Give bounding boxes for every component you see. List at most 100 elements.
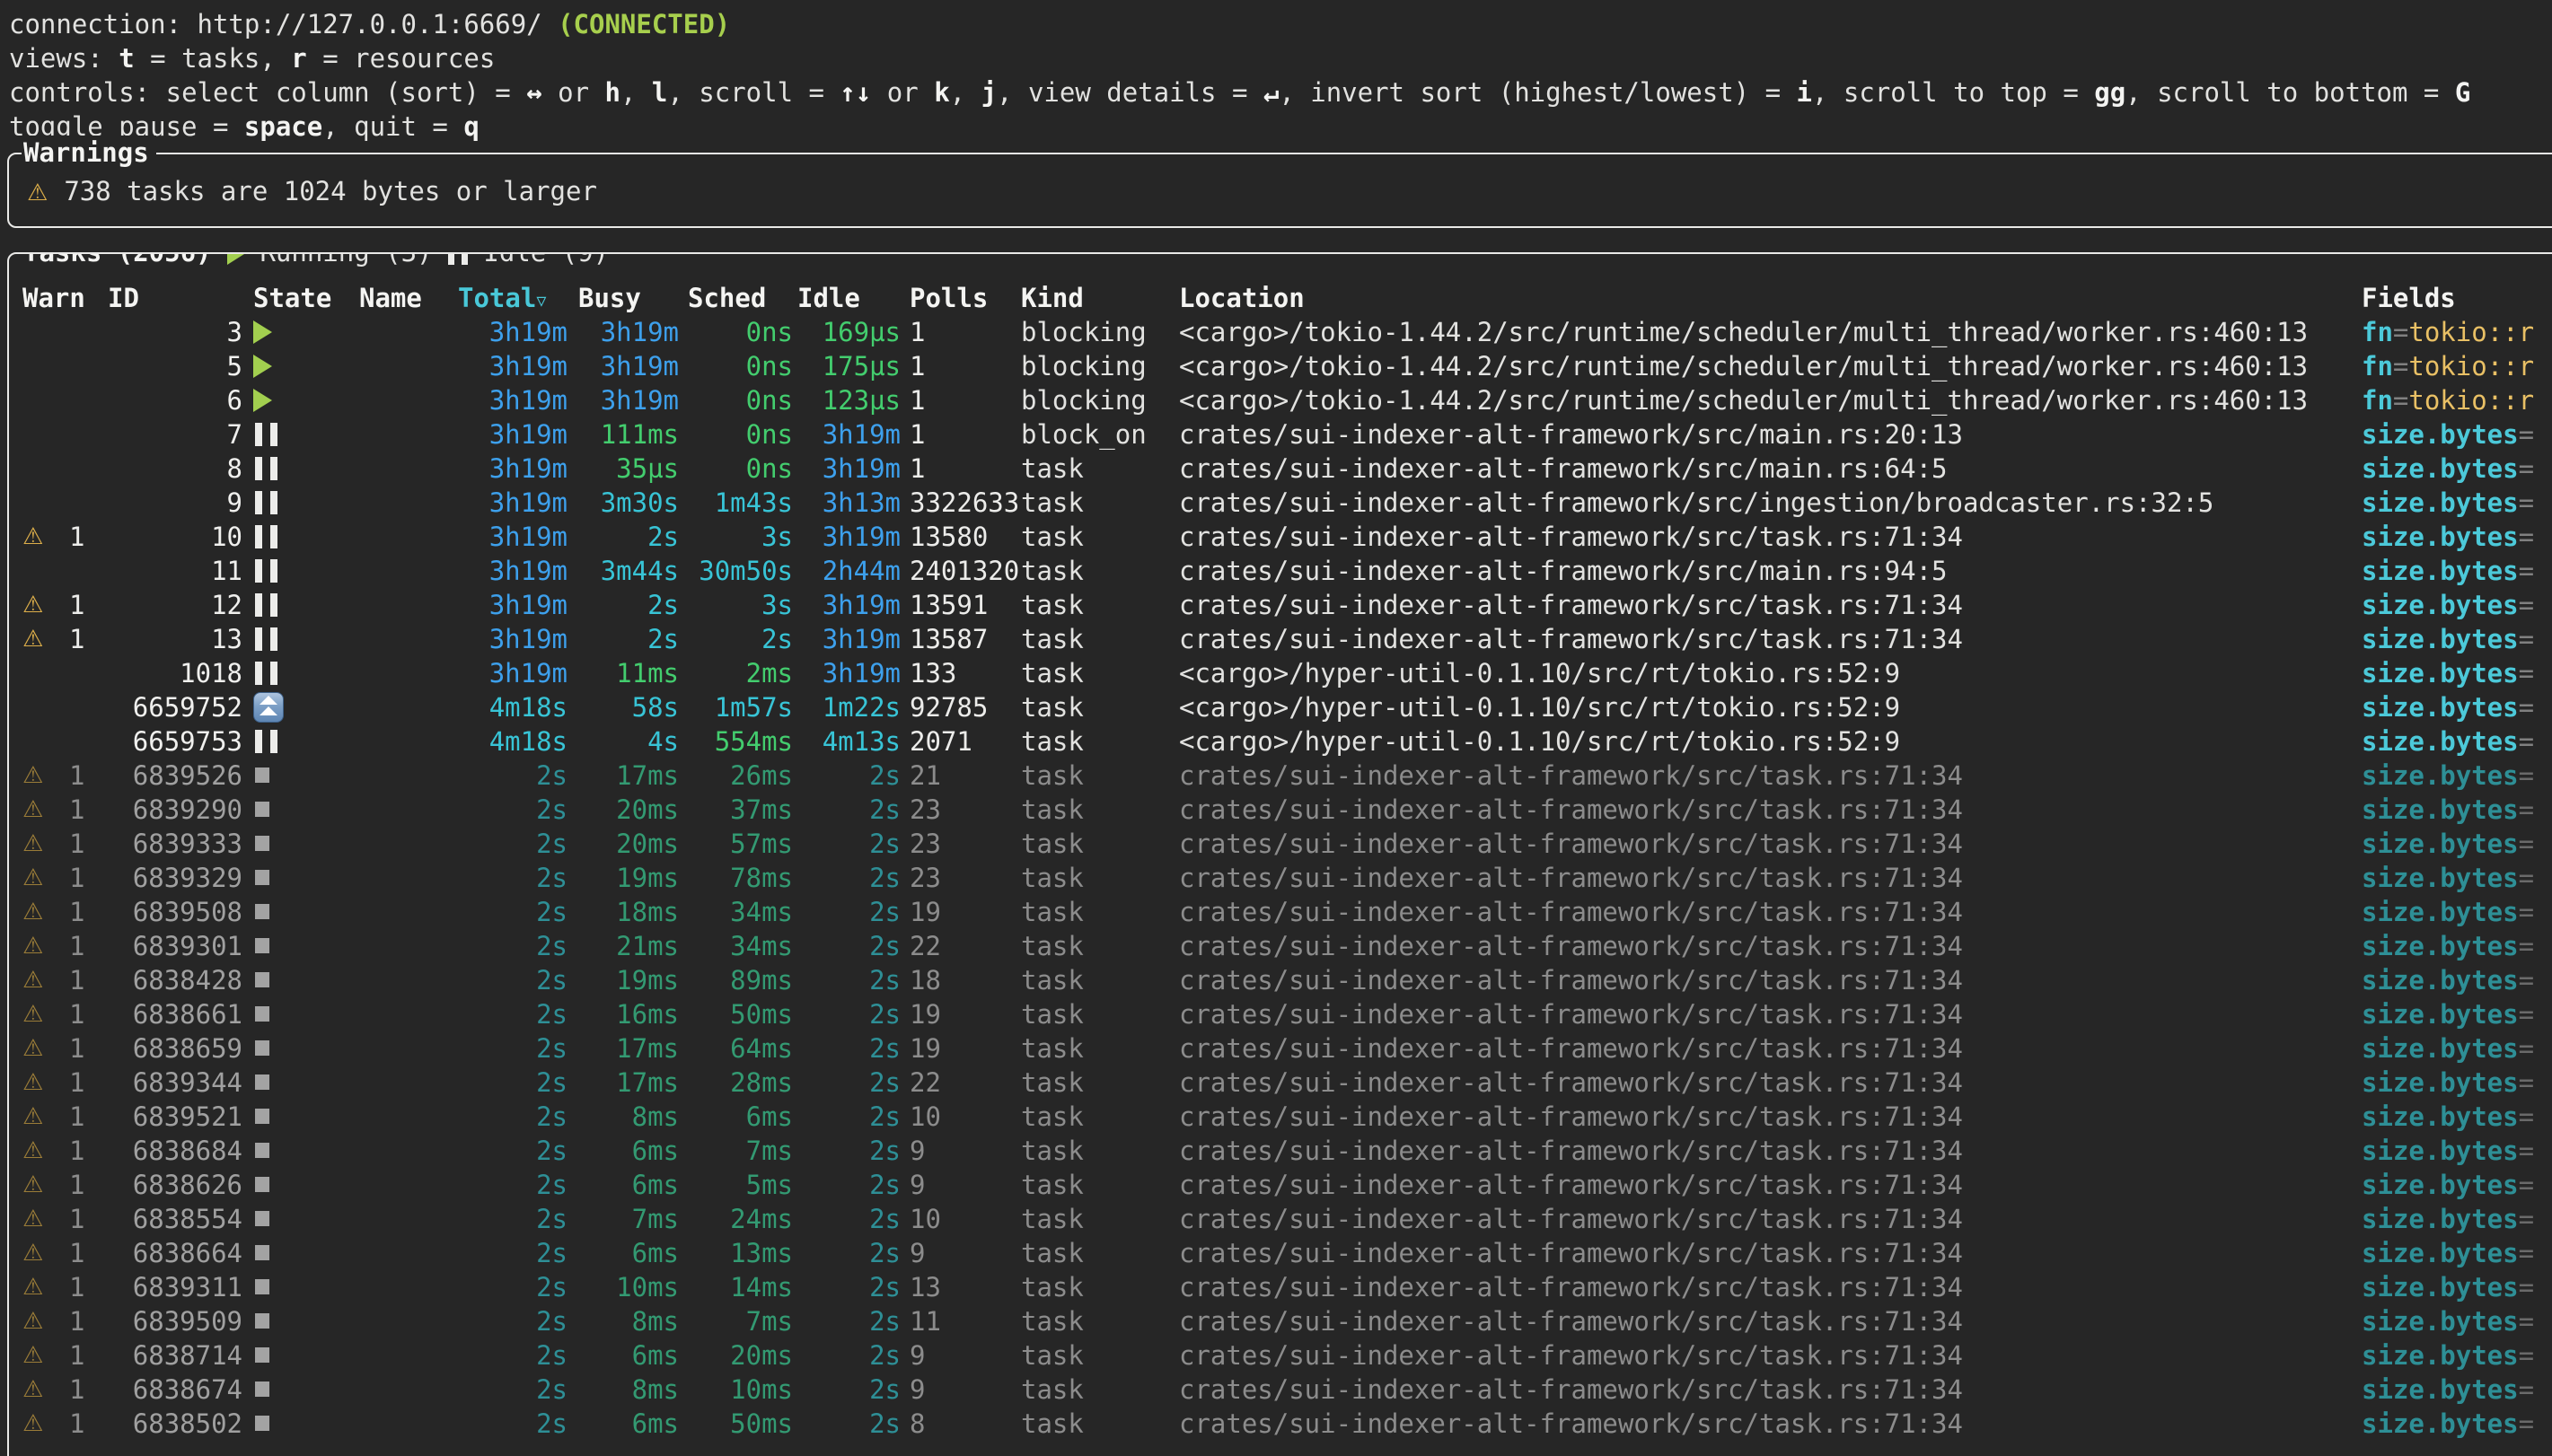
idle-cell: 2s <box>797 1202 901 1236</box>
state-done-icon <box>255 1211 269 1226</box>
total-cell: 2s <box>458 1202 568 1236</box>
sched-cell: 554ms <box>688 724 793 759</box>
task-row[interactable]: ⚠168384282s19ms89ms2s18taskcrates/sui-in… <box>9 963 2552 997</box>
task-row[interactable]: ⚠168395082s18ms34ms2s19taskcrates/sui-in… <box>9 895 2552 929</box>
state-cell <box>253 1031 343 1066</box>
task-row[interactable]: 10183h19m11ms2ms3h19m133task<cargo>/hype… <box>9 656 2552 690</box>
task-row[interactable]: ⚠1103h19m2s3s3h19m13580taskcrates/sui-in… <box>9 520 2552 554</box>
column-header-sched[interactable]: Sched <box>688 281 793 315</box>
field-key: fn <box>2362 351 2393 382</box>
warning-triangle-icon: ⚠ <box>22 622 43 656</box>
task-row[interactable]: ⚠168393292s19ms78ms2s23taskcrates/sui-in… <box>9 861 2552 895</box>
task-row[interactable]: 73h19m111ms0ns3h19m1block_oncrates/sui-i… <box>9 417 2552 452</box>
column-header-warn[interactable]: Warn <box>22 281 105 315</box>
task-row[interactable]: 93h19m3m30s1m43s3h13m3322633taskcrates/s… <box>9 486 2552 520</box>
column-header-id[interactable]: ID <box>108 281 242 315</box>
column-header-kind[interactable]: Kind <box>1021 281 1174 315</box>
state-done-icon <box>255 938 269 953</box>
total-cell: 2s <box>458 1373 568 1407</box>
total-cell: 3h19m <box>458 622 568 656</box>
task-row[interactable]: ⚠168393012s21ms34ms2s22taskcrates/sui-in… <box>9 929 2552 963</box>
task-row[interactable]: 113h19m3m44s30m50s2h44m2401320taskcrates… <box>9 554 2552 588</box>
task-row[interactable]: ⚠168395262s17ms26ms2s21taskcrates/sui-in… <box>9 759 2552 793</box>
state-cell <box>253 895 343 929</box>
task-row[interactable]: ⚠168395092s8ms7ms2s11taskcrates/sui-inde… <box>9 1304 2552 1338</box>
task-row[interactable]: 83h19m35µs0ns3h19m1taskcrates/sui-indexe… <box>9 452 2552 486</box>
location-cell: crates/sui-indexer-alt-framework/src/tas… <box>1179 1100 2373 1134</box>
idle-cell: 2h44m <box>797 554 901 588</box>
busy-cell: 3h19m <box>578 383 679 417</box>
polls-cell: 1 <box>910 315 1017 349</box>
column-header-fields[interactable]: Fields <box>2362 281 2552 315</box>
location-cell: crates/sui-indexer-alt-framework/src/tas… <box>1179 929 2373 963</box>
task-row[interactable]: ⚠168385022s6ms50ms2s8taskcrates/sui-inde… <box>9 1407 2552 1441</box>
task-row[interactable]: 66597524m18s58s1m57s1m22s92785task<cargo… <box>9 690 2552 724</box>
busy-cell: 18ms <box>578 895 679 929</box>
task-row[interactable]: ⚠1123h19m2s3s3h19m13591taskcrates/sui-in… <box>9 588 2552 622</box>
task-row[interactable]: ⚠168386842s6ms7ms2s9taskcrates/sui-index… <box>9 1134 2552 1168</box>
fields-cell: size.bytes= <box>2362 793 2552 827</box>
fields-cell: size.bytes= <box>2362 417 2552 452</box>
column-header-busy[interactable]: Busy <box>578 281 679 315</box>
total-cell: 2s <box>458 929 568 963</box>
task-row[interactable]: 33h19m3h19m0ns169µs1blocking<cargo>/toki… <box>9 315 2552 349</box>
text-segment: Running (3) <box>244 252 448 268</box>
field-key: size.bytes <box>2362 965 2519 996</box>
task-row[interactable]: ⚠168386592s17ms64ms2s19taskcrates/sui-in… <box>9 1031 2552 1066</box>
location-cell: <cargo>/tokio-1.44.2/src/runtime/schedul… <box>1179 383 2373 417</box>
kind-cell: task <box>1021 520 1174 554</box>
task-row[interactable]: ⚠168385542s7ms24ms2s10taskcrates/sui-ind… <box>9 1202 2552 1236</box>
tokio-console-terminal: connection: http://127.0.0.1:6669/ (CONN… <box>0 0 2552 1456</box>
task-row[interactable]: ⚠168393332s20ms57ms2s23taskcrates/sui-in… <box>9 827 2552 861</box>
kind-cell: task <box>1021 1373 1174 1407</box>
column-header-idle[interactable]: Idle <box>797 281 901 315</box>
task-row[interactable]: ⚠168386642s6ms13ms2s9taskcrates/sui-inde… <box>9 1236 2552 1270</box>
state-cell <box>253 1373 343 1407</box>
task-row[interactable]: ⚠1133h19m2s2s3h19m13587taskcrates/sui-in… <box>9 622 2552 656</box>
warning-triangle-icon: ⚠ <box>22 1134 43 1168</box>
idle-cell: 175µs <box>797 349 901 383</box>
column-header-polls[interactable]: Polls <box>910 281 1017 315</box>
task-id: 6659753 <box>108 724 242 759</box>
polls-cell: 9 <box>910 1168 1017 1202</box>
busy-cell: 6ms <box>578 1168 679 1202</box>
task-row[interactable]: ⚠168386262s6ms5ms2s9taskcrates/sui-index… <box>9 1168 2552 1202</box>
warn-cell: ⚠1 <box>22 895 105 929</box>
busy-cell: 17ms <box>578 759 679 793</box>
column-header-location[interactable]: Location <box>1179 281 2373 315</box>
task-row[interactable]: ⚠168386742s8ms10ms2s9taskcrates/sui-inde… <box>9 1373 2552 1407</box>
task-row[interactable]: ⚠168393442s17ms28ms2s22taskcrates/sui-in… <box>9 1066 2552 1100</box>
task-row[interactable]: ⚠168395212s8ms6ms2s10taskcrates/sui-inde… <box>9 1100 2552 1134</box>
field-equals: = <box>2393 351 2408 382</box>
idle-cell: 2s <box>797 1338 901 1373</box>
task-row[interactable]: ⚠168392902s20ms37ms2s23taskcrates/sui-in… <box>9 793 2552 827</box>
kind-cell: task <box>1021 1031 1174 1066</box>
location-cell: crates/sui-indexer-alt-framework/src/mai… <box>1179 554 2373 588</box>
state-done-icon <box>255 972 269 987</box>
total-cell: 2s <box>458 1100 568 1134</box>
task-row[interactable]: ⚠168387142s6ms20ms2s9taskcrates/sui-inde… <box>9 1338 2552 1373</box>
column-header-name[interactable]: Name <box>359 281 422 315</box>
state-cell <box>253 827 343 861</box>
task-row[interactable]: ⚠168386612s16ms50ms2s19taskcrates/sui-in… <box>9 997 2552 1031</box>
state-cell <box>253 588 343 622</box>
column-header-total-sorted[interactable]: Total▿ <box>458 281 568 315</box>
toggle-line: toggle pause = space, quit = q <box>0 110 2552 144</box>
polls-cell: 3322633 <box>910 486 1017 520</box>
sched-cell: 89ms <box>688 963 793 997</box>
task-id: 6839290 <box>108 793 242 827</box>
kind-cell: task <box>1021 929 1174 963</box>
idle-cell: 1m22s <box>797 690 901 724</box>
task-row[interactable]: 63h19m3h19m0ns123µs1blocking<cargo>/toki… <box>9 383 2552 417</box>
polls-cell: 1 <box>910 452 1017 486</box>
fields-cell: size.bytes= <box>2362 1134 2552 1168</box>
task-row[interactable]: ⚠168393112s10ms14ms2s13taskcrates/sui-in… <box>9 1270 2552 1304</box>
text-segment: t <box>119 43 134 74</box>
kind-cell: task <box>1021 793 1174 827</box>
idle-cell: 3h19m <box>797 520 901 554</box>
task-row[interactable]: 53h19m3h19m0ns175µs1blocking<cargo>/toki… <box>9 349 2552 383</box>
task-row[interactable]: 66597534m18s4s554ms4m13s2071task<cargo>/… <box>9 724 2552 759</box>
state-idle-icon <box>255 491 277 514</box>
column-header-state[interactable]: State <box>253 281 343 315</box>
sched-cell: 7ms <box>688 1304 793 1338</box>
